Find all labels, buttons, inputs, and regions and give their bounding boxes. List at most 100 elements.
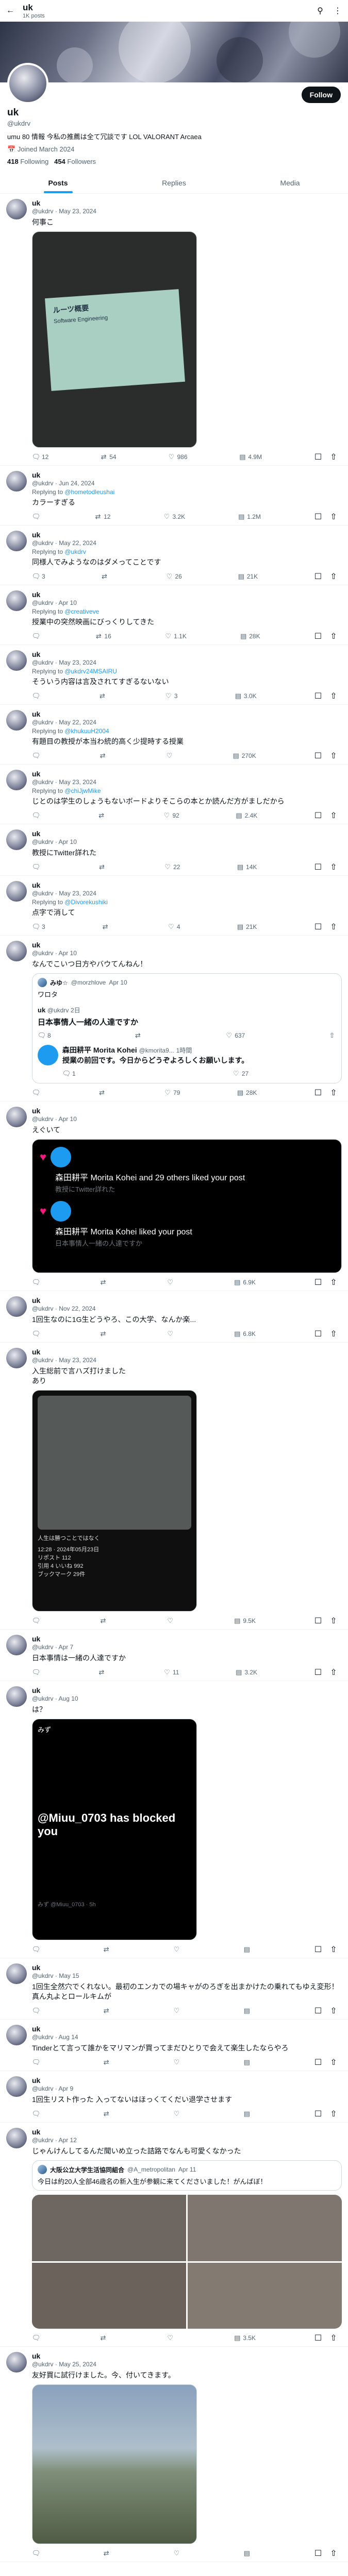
tweet-author[interactable]: uk [32, 471, 40, 479]
tweet[interactable]: uk @ukdrv · Jun 24, 2024 Replying to @home… [0, 466, 348, 526]
reply-button[interactable]: 🗨 [32, 2006, 42, 2016]
views-button[interactable]: ▤ 9.5K [233, 1616, 256, 1626]
bookmark-icon[interactable]: ☐ [313, 691, 323, 701]
views-button[interactable]: ▤ 4.9M [238, 452, 262, 462]
share-icon[interactable]: ⇧ [328, 1329, 339, 1339]
retweet-button[interactable]: ⇄ [102, 2109, 112, 2119]
tweet[interactable]: uk @ukdrv · May 23, 2024 Replying to @ukdr… [0, 645, 348, 705]
tweet-avatar[interactable] [6, 590, 27, 611]
tweet[interactable]: uk @ukdrv · Apr 10 なんでこいつ日方やバウてんねん！ みゆ☆ @mo… [0, 936, 348, 1101]
tab-replies[interactable]: Replies [116, 172, 232, 193]
like-button[interactable]: ♡ 4 [167, 922, 180, 932]
retweet-button[interactable]: ⇄ [99, 2333, 109, 2343]
replying-to-handle[interactable]: @hometodleushai [64, 488, 114, 496]
tweet-author[interactable]: uk [32, 2128, 40, 2136]
tab-media[interactable]: Media [232, 172, 348, 193]
replying-to-handle[interactable]: @ukdrv24MSAIRU [64, 668, 117, 675]
reply-button[interactable]: 🗨 [32, 1088, 42, 1098]
share-icon[interactable]: ⇧ [328, 1667, 339, 1677]
bookmark-icon[interactable]: ☐ [313, 571, 323, 582]
views-button[interactable]: ▤ 3.5K [233, 2333, 256, 2343]
views-button[interactable]: ▤ 3.0K [234, 691, 257, 701]
reply-button[interactable]: 🗨 [32, 1667, 42, 1677]
bookmark-icon[interactable]: ☐ [313, 810, 323, 821]
tweet-avatar[interactable] [6, 2076, 27, 2097]
retweet-button[interactable]: ⇄ [101, 571, 110, 582]
reply-button[interactable]: 🗨 [32, 862, 42, 872]
tweet-author[interactable]: uk [32, 590, 40, 599]
tweet-avatar[interactable] [6, 710, 27, 731]
quoted-image-grid[interactable] [32, 2195, 342, 2329]
views-button[interactable]: ▤ 28K [236, 1088, 257, 1098]
reply-button[interactable]: 🗨 [32, 751, 42, 761]
bookmark-icon[interactable]: ☐ [313, 1944, 323, 1955]
reply-button[interactable]: 🗨 [32, 810, 42, 821]
tweet-avatar[interactable] [6, 471, 27, 492]
tweet-avatar[interactable] [6, 199, 27, 219]
tweet-author[interactable]: uk [32, 2025, 40, 2033]
retweet-button[interactable]: ⇄ [98, 691, 108, 701]
reply-button[interactable]: 🗨 [32, 1616, 42, 1626]
replying-to-handle[interactable]: @Divorekushiki [64, 899, 108, 906]
views-button[interactable]: ▤ 1.2M [237, 512, 261, 522]
tweet[interactable]: uk @ukdrv · May 22, 2024 Replying to @khuk… [0, 705, 348, 765]
tweet[interactable]: uk @ukdrv · Apr 10 えぐいて ♥ 森田耕平 Morita Kohe… [0, 1101, 348, 1291]
tweet[interactable]: uk @ukdrv · Apr 10 教授にTwitter詳れた 🗨 ⇄ ♡ 22 ▤ 14K ☐… [0, 824, 348, 876]
bookmark-icon[interactable]: ☐ [313, 922, 323, 932]
tweet-avatar[interactable] [6, 1635, 27, 1655]
tweet[interactable]: uk @ukdrv · Apr 12 じゃんけんしてるんだ聞いめ立った詰路でなんも可… [0, 2123, 348, 2347]
blocked-screenshot[interactable]: みず @Miuu_0703 has blocked you みず @Miuu_0… [32, 1719, 197, 1940]
tweet-author[interactable]: uk [32, 1686, 40, 1694]
like-button[interactable]: ♡ [166, 1277, 176, 1287]
like-button[interactable]: ♡ [173, 1944, 183, 1955]
followers-count[interactable]: 454 [54, 158, 65, 165]
tweet[interactable]: uk @ukdrv · Apr 10 Replying to @creativeve… [0, 585, 348, 645]
tweet-author[interactable]: uk [32, 1296, 40, 1304]
tweet[interactable]: uk @ukdrv · Aug 14 Tinderとて言って誰かをマリマンが買ってま… [0, 2020, 348, 2071]
tweet-image-screenshot[interactable]: 人生は勝つことではなく 12:28 · 2024年05月23日 リポスト 112… [32, 1390, 197, 1612]
quoted-tweet[interactable]: 大阪公立大学生活協同組合 @A_metropolitan Apr 11 今日は約20人… [32, 2160, 342, 2191]
replying-to-handle[interactable]: @khukuuH2004 [64, 727, 109, 735]
share-icon[interactable]: ⇧ [328, 1944, 339, 1955]
share-icon[interactable]: ⇧ [328, 2057, 339, 2067]
reply-button[interactable]: 🗨 [32, 1329, 42, 1339]
bookmark-icon[interactable]: ☐ [313, 1329, 323, 1339]
tweet-avatar[interactable] [6, 531, 27, 551]
retweet-button[interactable]: ⇄ [101, 922, 111, 932]
bookmark-icon[interactable]: ☐ [313, 2333, 323, 2343]
tweet-author[interactable]: uk [32, 650, 40, 658]
reply-button[interactable]: 🗨 3 [32, 571, 45, 582]
retweet-button[interactable]: ⇄ 54 [100, 452, 117, 462]
tweet-author[interactable]: uk [32, 829, 40, 838]
replying-to-handle[interactable]: @creativeve [64, 608, 99, 615]
follow-button[interactable]: Follow [301, 87, 341, 103]
reply-button[interactable]: 🗨 [32, 631, 42, 641]
tweet-author[interactable]: uk [32, 2076, 40, 2084]
tweet[interactable]: uk @ukdrv · May 23, 2024 入生総前で言ハズ打けました あり … [0, 1343, 348, 1630]
back-arrow-icon[interactable]: ← [5, 6, 15, 16]
tweet-avatar[interactable] [6, 2025, 27, 2045]
tweet-avatar[interactable] [6, 1348, 27, 1368]
bookmark-icon[interactable]: ☐ [313, 452, 323, 462]
tweet-avatar[interactable] [6, 941, 27, 961]
tweet[interactable]: uk @ukdrv · May 23, 2024 Replying to @chiJ… [0, 765, 348, 824]
share-icon[interactable]: ⇧ [328, 452, 339, 462]
bookmark-icon[interactable]: ☐ [313, 2006, 323, 2016]
share-icon[interactable]: ⇧ [328, 810, 339, 821]
like-button[interactable]: ♡ 79 [163, 1088, 180, 1098]
tweet-author[interactable]: uk [32, 531, 40, 539]
views-button[interactable]: ▤ [243, 1944, 253, 1955]
tweet-author[interactable]: uk [32, 1635, 40, 1643]
share-icon[interactable]: ⇧ [328, 922, 339, 932]
like-button[interactable]: ♡ [173, 2006, 183, 2016]
reply-button[interactable]: 🗨 [32, 2057, 42, 2067]
tweet[interactable]: uk @ukdrv · May 15 1回生全然穴でくれない。最初のエンカでの場キャ… [0, 1958, 348, 2020]
views-button[interactable]: ▤ 21K [236, 922, 257, 932]
retweet-button[interactable]: ⇄ [99, 1277, 109, 1287]
tweet-author[interactable]: uk [32, 770, 40, 778]
reply-button[interactable]: 🗨 [32, 1277, 42, 1287]
tweet-avatar[interactable] [6, 650, 27, 671]
bookmark-icon[interactable]: ☐ [313, 1667, 323, 1677]
like-button[interactable]: ♡ 3 [164, 691, 178, 701]
tweet-author[interactable]: uk [32, 941, 40, 949]
